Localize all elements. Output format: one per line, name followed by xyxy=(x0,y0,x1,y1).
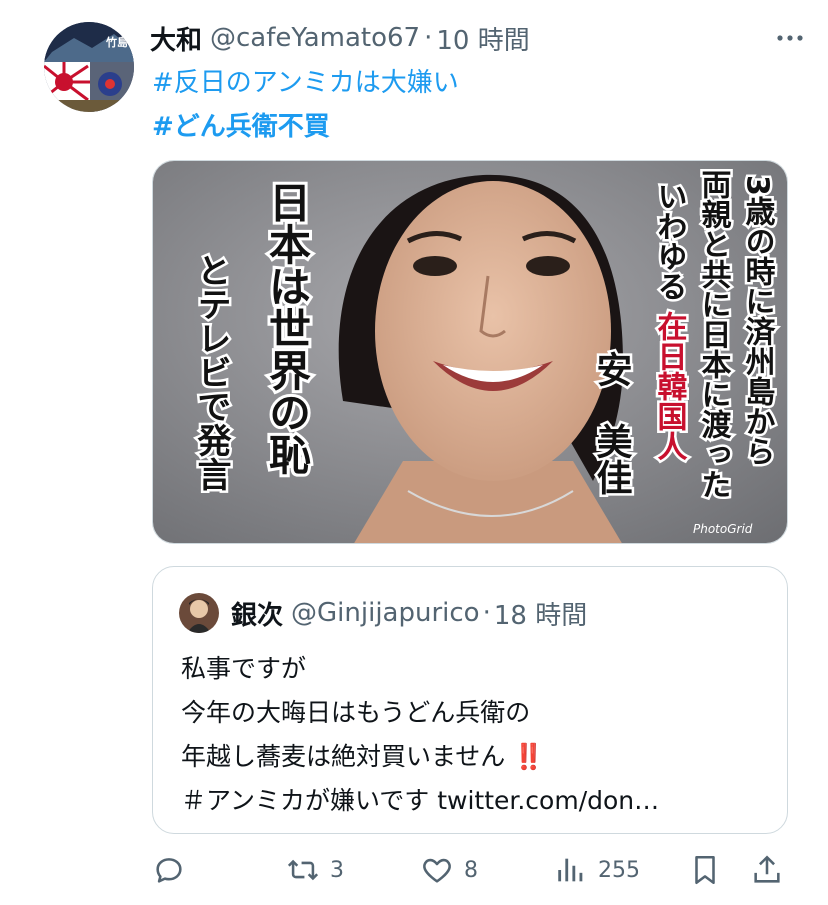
double-exclamation-emoji: ‼️ xyxy=(513,742,545,771)
retweet-icon xyxy=(287,859,319,881)
views-button[interactable]: 255 xyxy=(554,848,640,892)
quoted-author-avatar[interactable] xyxy=(179,593,219,633)
bookmark-icon xyxy=(695,855,715,885)
reply-button[interactable] xyxy=(152,848,196,892)
hashtag-link[interactable]: #どん兵衛不買 xyxy=(152,106,330,143)
heart-icon xyxy=(423,858,451,883)
views-count: 255 xyxy=(598,857,640,883)
retweet-count: 3 xyxy=(330,857,344,883)
reply-icon xyxy=(156,858,182,883)
tweet-header: 大和 @cafeYamato67 · 10 時間 xyxy=(150,18,812,58)
retweet-button[interactable]: 3 xyxy=(286,848,344,892)
quoted-text-line: 今年の大晦日はもうどん兵衛の xyxy=(181,698,531,727)
media-caption-left-1: 日本は世界の恥 xyxy=(263,181,312,475)
tweet-media-image[interactable]: 日本は世界の恥 とテレビで発言 3歳の時に済州島から 両親と共に日本に渡った い… xyxy=(152,160,788,544)
quoted-text-line-content: 年越し蕎麦は絶対買いません xyxy=(181,742,506,771)
media-caption-right-3a: いわゆる xyxy=(652,181,687,301)
quoted-author-display-name[interactable]: 銀次 xyxy=(231,595,283,632)
quoted-text-line: ＃アンミカが嫌いです twitter.com/don… xyxy=(181,786,660,815)
share-icon xyxy=(754,855,780,883)
hashtag-link[interactable]: #反日のアンミカは大嫌い xyxy=(152,62,459,99)
quoted-tweet-header: 銀次 @Ginjijapurico · 18 時間 xyxy=(231,593,587,633)
media-caption-name: 安 美佳 xyxy=(591,351,633,495)
media-watermark: PhotoGrid xyxy=(693,522,753,536)
share-button[interactable] xyxy=(750,848,784,892)
media-caption-right-1: 3歳の時に済州島から xyxy=(740,175,776,466)
media-caption-right-2: 両親と共に日本に渡った xyxy=(696,169,732,499)
media-caption-left-2: とテレビで発言 xyxy=(191,253,231,491)
tweet-timestamp[interactable]: 10 時間 xyxy=(436,20,529,57)
author-handle[interactable]: @cafeYamato67 xyxy=(210,23,420,53)
quoted-tweet-timestamp[interactable]: 18 時間 xyxy=(494,595,587,632)
quoted-author-handle[interactable]: @Ginjijapurico xyxy=(291,598,480,628)
quoted-text-line: 私事ですが xyxy=(181,654,307,683)
like-button[interactable]: 8 xyxy=(420,848,478,892)
quoted-tweet-text: 私事ですが 今年の大晦日はもうどん兵衛の 年越し蕎麦は絶対買いません ‼️ ＃ア… xyxy=(181,647,767,823)
separator-dot: · xyxy=(482,598,491,628)
avatar-text: 竹島 xyxy=(105,35,128,49)
separator-dot: · xyxy=(424,23,433,53)
author-display-name[interactable]: 大和 xyxy=(150,20,202,57)
views-icon xyxy=(558,858,583,882)
media-caption-right-3b: 在日韓国人 xyxy=(652,311,688,461)
bookmark-button[interactable] xyxy=(688,848,722,892)
more-options-icon[interactable] xyxy=(772,24,808,52)
quoted-text-line: 年越し蕎麦は絶対買いません ‼️ xyxy=(181,735,767,779)
like-count: 8 xyxy=(464,857,478,883)
author-avatar[interactable]: 竹島 xyxy=(44,22,134,112)
tweet-action-bar: 3 8 255 xyxy=(0,848,828,896)
quoted-tweet[interactable]: 銀次 @Ginjijapurico · 18 時間 私事ですが 今年の大晦日はも… xyxy=(152,566,788,834)
